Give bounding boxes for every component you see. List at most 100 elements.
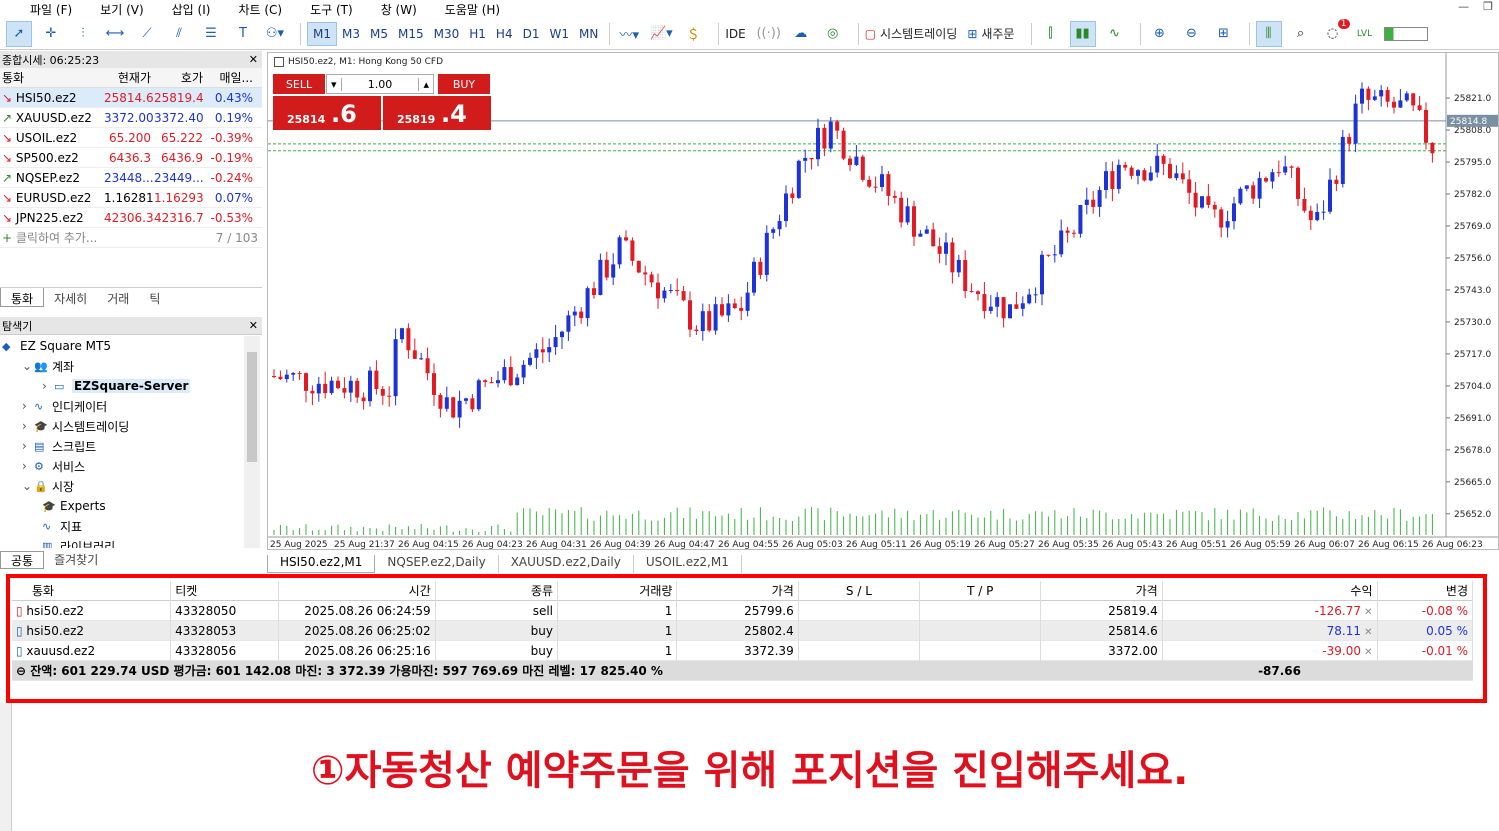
buy-label[interactable]: BUY [438, 74, 490, 94]
add-symbol[interactable]: + 클릭하여 추가... [0, 229, 104, 246]
expand-icon[interactable]: › [22, 439, 34, 453]
crosshair-icon[interactable]: ✛ [38, 21, 64, 47]
menu-chart[interactable]: 차트 (C) [222, 1, 294, 18]
tf-m5[interactable]: M5 [365, 22, 393, 46]
tf-mn[interactable]: MN [574, 22, 603, 46]
zoom-out-icon[interactable]: ⊖ [1179, 21, 1205, 47]
candle-chart-icon[interactable]: ▮▮ [1069, 20, 1096, 47]
tab-favorites[interactable]: 즐겨찾기 [44, 551, 108, 569]
zoom-in-icon[interactable]: ⊕ [1147, 21, 1173, 47]
sell-label[interactable]: SELL [273, 74, 325, 94]
close-icon[interactable]: ✕ [249, 319, 258, 332]
col-symbol[interactable]: 통화 [0, 69, 104, 86]
scrollbar-thumb[interactable] [247, 352, 257, 462]
tf-m30[interactable]: M30 [429, 22, 465, 46]
expand-icon[interactable]: › [22, 459, 34, 473]
col-bid[interactable]: 현재가 [104, 69, 154, 86]
expand-icon[interactable]: ⌄ [22, 479, 34, 493]
market-watch-row[interactable]: ↘ SP500.ez2 6436.3 6436.9 -0.19% [0, 148, 262, 168]
tf-m3[interactable]: M3 [337, 22, 365, 46]
navigator-item[interactable]: › ▤ 스크립트 [0, 436, 262, 456]
algo-trading-button[interactable]: ▢ 시스템트레이딩 [865, 25, 958, 42]
tab-symbols[interactable]: 통화 [0, 288, 45, 307]
buy-button[interactable]: 25819 .4 [383, 96, 491, 130]
tf-h4[interactable]: H4 [491, 22, 518, 46]
chart-type-icon[interactable]: 〰▾ [616, 21, 642, 47]
navigator-item[interactable]: ⌄ 👥 계좌 [0, 356, 262, 376]
navigator-item[interactable]: › ▭ EZSquare-Server [0, 376, 262, 396]
menu-window[interactable]: 창 (W) [365, 1, 429, 18]
market-watch-add-row[interactable]: + 클릭하여 추가... 7 / 103 [0, 228, 262, 248]
grid-icon[interactable]: ⊞ [1211, 21, 1237, 47]
expand-icon[interactable]: › [22, 399, 34, 413]
minimize-icon[interactable]: — [1458, 0, 1469, 13]
menu-view[interactable]: 보기 (V) [84, 1, 155, 18]
depth-icon[interactable]: ⫼ [1255, 20, 1282, 47]
navigator-item[interactable]: ◆ EZ Square MT5 [0, 336, 262, 356]
chart-tab-xauusd[interactable]: XAUUSD.ez2,Daily [499, 555, 634, 573]
chart-tab-hsi50[interactable]: HSI50.ez2,M1 [267, 555, 376, 573]
restore-icon[interactable]: ❐ [1483, 0, 1493, 13]
tf-m1[interactable]: M1 [307, 21, 337, 46]
col-ask[interactable]: 호가 [154, 69, 206, 86]
expand-icon[interactable]: › [42, 379, 54, 393]
chart-tab-nqsep[interactable]: NQSEP.ez2,Daily [375, 555, 499, 573]
chart-tab-usoil[interactable]: USOIL.ez2,M1 [634, 555, 742, 573]
navigator-item[interactable]: ⌄ 🔒 시장 [0, 476, 262, 496]
cursor-icon[interactable]: ➚ [6, 20, 32, 47]
chat-icon[interactable]: ◌ 1 [1320, 18, 1350, 47]
expand-icon[interactable]: › [22, 419, 34, 433]
expand-icon[interactable]: ⌄ [22, 359, 34, 373]
navigator-item[interactable]: › 🎓 시스템트레이딩 [0, 416, 262, 436]
fibonacci-icon[interactable]: ☰ [198, 21, 224, 47]
indicators-icon[interactable]: 📈▾ [648, 21, 674, 47]
channel-icon[interactable]: ⫽ [166, 21, 192, 47]
tab-details[interactable]: 자세히 [44, 288, 97, 307]
tab-trading[interactable]: 거래 [97, 288, 139, 307]
market-watch-row[interactable]: ↗ NQSEP.ez2 23448... 23449... -0.24% [0, 168, 262, 188]
market-watch-row[interactable]: ↗ XAUUSD.ez2 3372.00 3372.40 0.19% [0, 108, 262, 128]
menu-insert[interactable]: 삽입 (I) [156, 1, 223, 18]
lot-up-icon[interactable]: ▴ [418, 77, 433, 91]
tf-d1[interactable]: D1 [518, 22, 545, 46]
market-watch-row[interactable]: ↘ EURUSD.ez2 1.16281 1.16293 0.07% [0, 188, 262, 208]
col-change[interactable]: 매일... [206, 69, 256, 86]
sell-button[interactable]: 25814 .6 [273, 96, 381, 130]
market-watch-row[interactable]: ↘ JPN225.ez2 42306.3 42316.7 -0.53% [0, 208, 262, 228]
line-chart-icon[interactable]: ∿ [1102, 21, 1128, 47]
navigator-item[interactable]: › ⚙ 서비스 [0, 456, 262, 476]
navigator-item[interactable]: 🎓 Experts [0, 496, 262, 516]
shapes-icon[interactable]: ⚇▾ [262, 21, 288, 47]
tab-ticks[interactable]: 틱 [139, 288, 170, 307]
bar-chart-icon[interactable]: ⫿ [1038, 21, 1064, 47]
lot-down-icon[interactable]: ▾ [327, 77, 342, 91]
lot-input[interactable]: ▾ 1.00 ▴ [326, 74, 434, 94]
navigator-item[interactable]: ▥ 라이브러리 [0, 536, 262, 549]
dollar-icon[interactable]: ＄ [680, 21, 706, 47]
horizontal-line-icon[interactable]: ⟷ [102, 21, 128, 47]
search-icon[interactable]: ⌕ [1288, 21, 1314, 47]
menu-file[interactable]: 파일 (F) [14, 1, 84, 18]
text-icon[interactable]: T [230, 21, 256, 47]
trendline-icon[interactable]: ⟋ [134, 21, 160, 47]
ide-button[interactable]: IDE [725, 27, 745, 41]
navigator-item[interactable]: ∿ 지표 [0, 516, 262, 536]
close-icon[interactable]: ✕ [249, 53, 258, 66]
navigator-item[interactable]: › ∿ 인디케이터 [0, 396, 262, 416]
menu-tools[interactable]: 도구 (T) [294, 1, 365, 18]
market-watch-row[interactable]: ↘ USOIL.ez2 65.200 65.222 -0.39% [0, 128, 262, 148]
cloud-icon[interactable]: ☁ [788, 21, 814, 47]
tab-common[interactable]: 공통 [0, 551, 45, 569]
tf-m15[interactable]: M15 [393, 22, 429, 46]
vertical-line-icon[interactable]: ⫶ [70, 21, 96, 47]
new-order-button[interactable]: ⊞ 새주문 [967, 25, 1014, 42]
menu-help[interactable]: 도움말 (H) [429, 1, 512, 18]
tf-h1[interactable]: H1 [464, 22, 491, 46]
navigator-scrollbar[interactable] [244, 336, 260, 548]
vps-icon[interactable]: ◎ [820, 21, 846, 47]
level-icon[interactable]: LVL [1352, 21, 1378, 47]
signal-icon[interactable]: ((·)) [756, 21, 782, 47]
lot-value[interactable]: 1.00 [368, 78, 393, 91]
tf-w1[interactable]: W1 [544, 22, 574, 46]
market-watch-row[interactable]: ↘ HSI50.ez2 25814.6 25819.4 0.43% [0, 88, 262, 108]
